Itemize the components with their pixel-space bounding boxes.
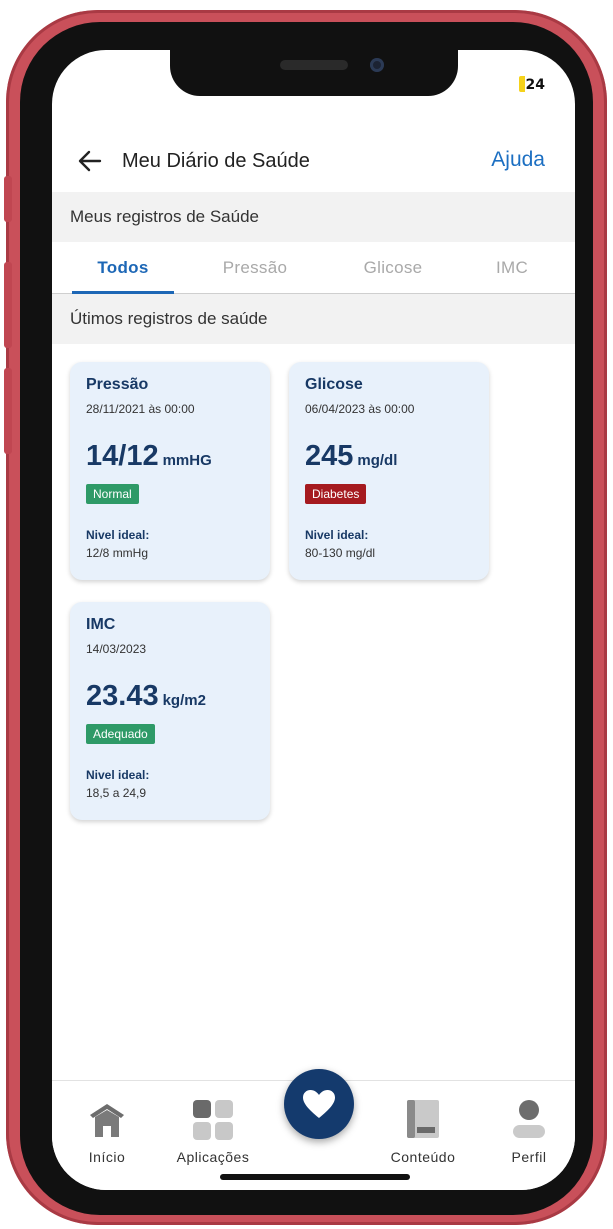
ideal-value: 18,5 a 24,9 <box>86 786 147 800</box>
nav-label: Conteúdo <box>390 1149 456 1165</box>
card-title: IMC <box>86 616 116 633</box>
card-date: 28/11/2021 às 00:00 <box>86 402 195 416</box>
section-latest-records: Útimos registros de saúde <box>52 294 575 344</box>
speaker <box>280 60 348 70</box>
tab-bar: Todos Pressão Glicose IMC <box>52 242 575 294</box>
nav-label: Perfil <box>511 1149 547 1165</box>
card-title: Glicose <box>305 376 363 393</box>
tab-imc[interactable]: IMC <box>472 242 552 294</box>
card-value: 245 mg/dl <box>305 440 397 473</box>
ideal-value: 80-130 mg/dl <box>305 546 376 560</box>
app-screen: 24 Meu Diário de Saúde Ajuda Meus regist… <box>52 50 575 1190</box>
heart-icon <box>303 1090 335 1118</box>
card-value-number: 245 <box>305 440 354 472</box>
status-badge: Normal <box>86 484 139 504</box>
tab-pressao[interactable]: Pressão <box>200 242 310 294</box>
app-header: Meu Diário de Saúde Ajuda <box>52 130 575 192</box>
card-value: 14/12 mmHG <box>86 440 212 473</box>
card-date: 14/03/2023 <box>86 642 147 656</box>
ideal-label: Nivel ideal: <box>86 528 150 542</box>
ideal-label: Nivel ideal: <box>86 768 150 782</box>
apps-grid-icon <box>193 1100 233 1140</box>
card-date: 06/04/2023 às 00:00 <box>305 402 415 416</box>
ideal-label: Nivel ideal: <box>305 528 369 542</box>
phone-side-button <box>4 176 12 222</box>
battery-level: 24 <box>525 77 545 93</box>
book-icon <box>407 1100 439 1138</box>
section-my-records: Meus registros de Saúde <box>52 192 575 242</box>
card-title: Pressão <box>86 376 149 393</box>
battery-indicator: 24 <box>518 76 545 93</box>
phone-side-button <box>4 368 12 454</box>
camera <box>370 58 384 72</box>
record-card-glicose[interactable]: Glicose 06/04/2023 às 00:00 245 mg/dl Dia… <box>289 362 489 580</box>
card-value-number: 14/12 <box>86 440 159 472</box>
ideal-value: 12/8 mmHg <box>86 546 149 560</box>
home-icon <box>90 1104 124 1137</box>
battery-icon <box>518 76 525 92</box>
nav-label: Aplicações <box>176 1149 250 1165</box>
notch <box>170 50 458 96</box>
phone-side-button <box>4 262 12 348</box>
nav-label: Início <box>88 1149 126 1165</box>
status-badge: Adequado <box>86 724 155 744</box>
card-value: 23.43 kg/m2 <box>86 680 206 713</box>
record-card-pressao[interactable]: Pressão 28/11/2021 às 00:00 14/12 mmHG No… <box>70 362 270 580</box>
card-value-unit: mg/dl <box>357 452 398 469</box>
tab-glicose[interactable]: Glicose <box>340 242 446 294</box>
health-diary-button[interactable] <box>284 1069 354 1139</box>
card-value-number: 23.43 <box>86 680 159 712</box>
back-arrow-icon[interactable] <box>78 150 102 172</box>
record-card-imc[interactable]: IMC 14/03/2023 23.43 kg/m2 Adequado Nivel… <box>70 602 270 820</box>
help-link[interactable]: Ajuda <box>491 148 545 172</box>
tab-todos[interactable]: Todos <box>72 242 174 294</box>
home-indicator <box>220 1174 410 1180</box>
card-value-unit: kg/m2 <box>162 692 206 709</box>
card-value-unit: mmHG <box>162 452 212 469</box>
page-title: Meu Diário de Saúde <box>122 150 310 172</box>
status-badge: Diabetes <box>305 484 367 504</box>
person-icon <box>513 1100 545 1138</box>
